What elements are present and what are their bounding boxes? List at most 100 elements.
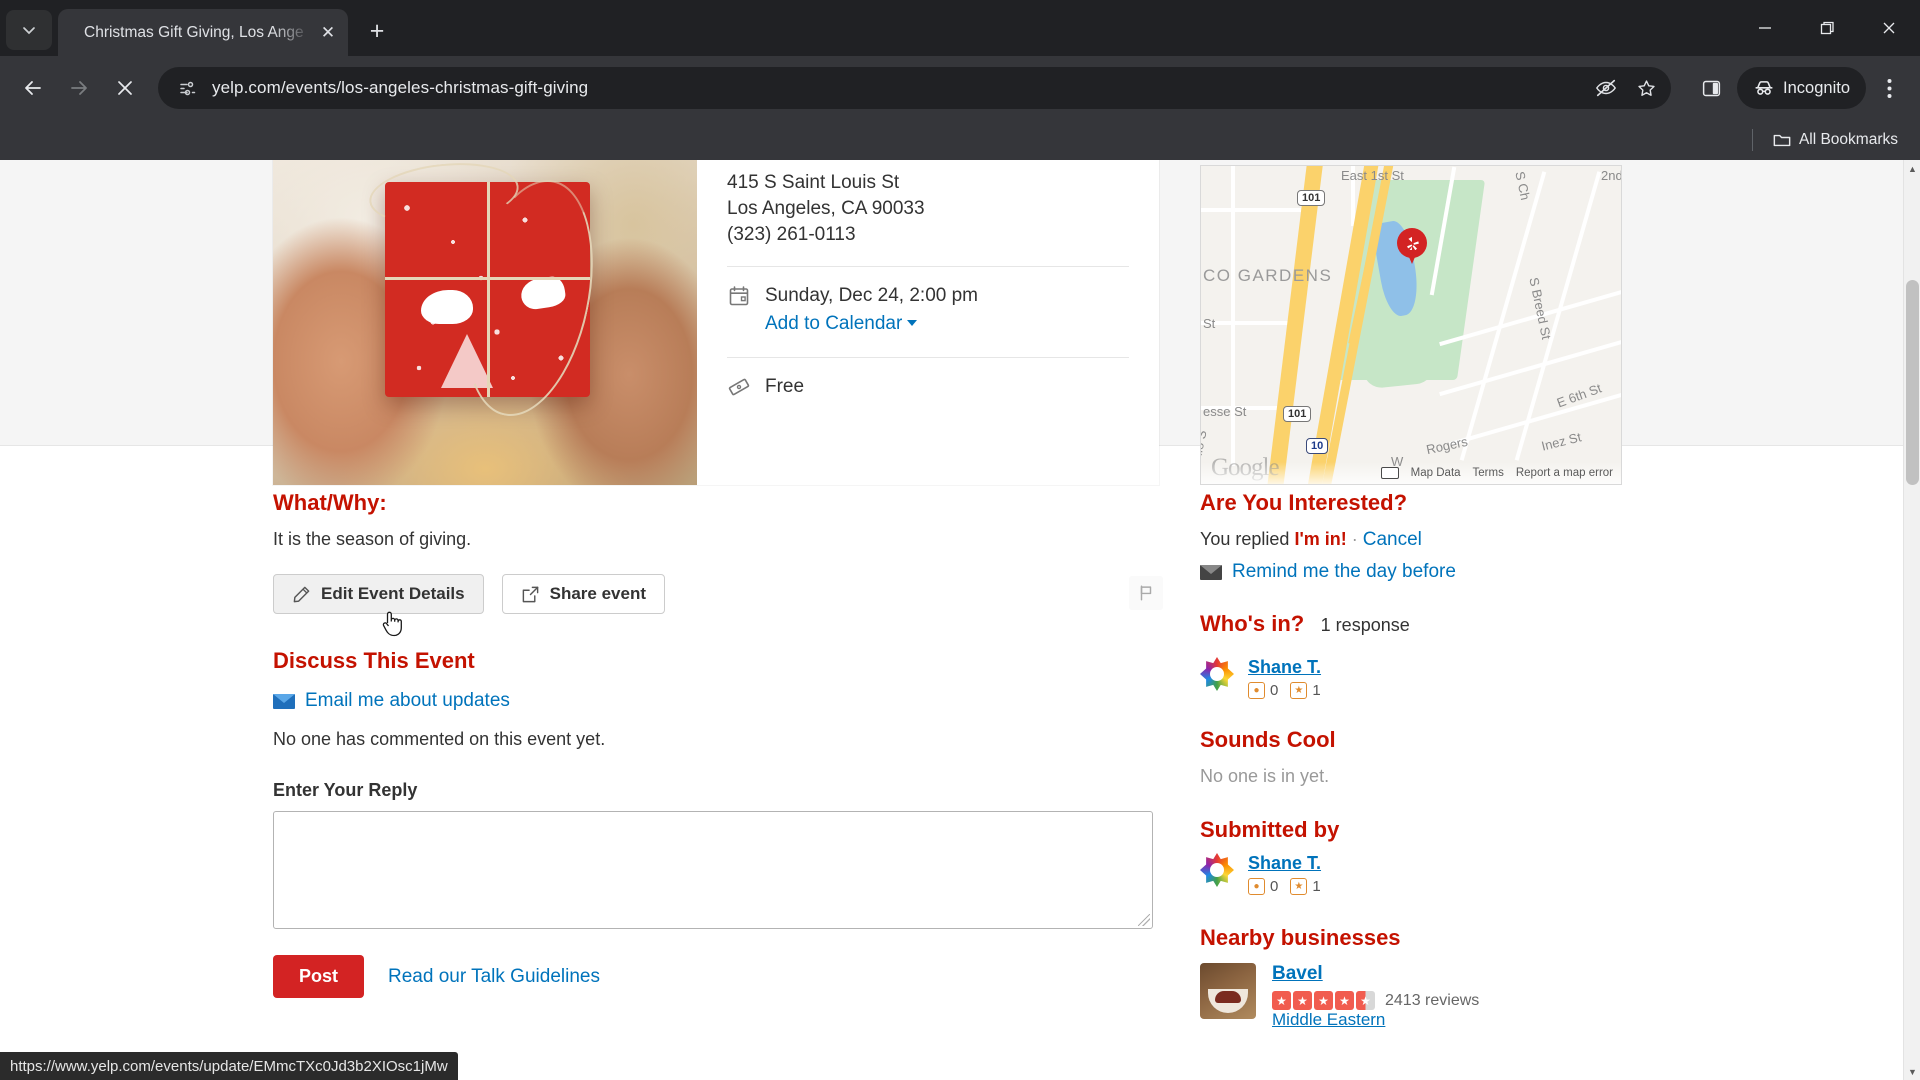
post-button[interactable]: Post xyxy=(273,955,365,998)
photo-badge-icon: ● xyxy=(1248,682,1265,699)
edit-event-details-label: Edit Event Details xyxy=(321,584,465,603)
map-report-link[interactable]: Report a map error xyxy=(1516,467,1613,479)
event-price-text: Free xyxy=(765,376,805,397)
share-event-button[interactable]: Share event xyxy=(501,574,665,614)
attendee-badges: ● 0 ★ 1 xyxy=(1248,682,1321,699)
chevron-down-icon xyxy=(23,27,35,35)
reply-textarea-wrapper[interactable] xyxy=(273,811,1153,929)
all-bookmarks-label: All Bookmarks xyxy=(1798,131,1898,148)
photo-count: 0 xyxy=(1270,878,1279,895)
route-shield-101-bottom: 101 xyxy=(1283,406,1312,422)
url-text: yelp.com/events/los-angeles-christmas-gi… xyxy=(212,78,589,97)
yelp-burst-avatar[interactable] xyxy=(1200,657,1234,691)
sounds-cool-block: Sounds Cool No one is in yet. xyxy=(1200,727,1630,789)
forward-button[interactable] xyxy=(58,67,100,109)
business-rating: ★ ★ ★ ★ ★ 2413 reviews xyxy=(1272,991,1479,1010)
bookmark-divider xyxy=(1751,129,1753,151)
textarea-resize-grip[interactable] xyxy=(1138,914,1150,926)
address-bar[interactable]: yelp.com/events/los-angeles-christmas-gi… xyxy=(158,67,1672,109)
side-panel-icon[interactable] xyxy=(1689,67,1733,109)
maximize-button[interactable] xyxy=(1796,0,1858,56)
sidebar-column: Are You Interested? You replied I'm in! … xyxy=(1200,490,1630,1030)
map-label: East 1st St xyxy=(1341,168,1404,183)
replied-value: I'm in! xyxy=(1294,529,1347,549)
event-datetime-block: Sunday, Dec 24, 2:00 pm Add to Calendar xyxy=(765,283,978,335)
remind-me-link[interactable]: Remind me the day before xyxy=(1232,561,1456,583)
three-dot-menu-icon[interactable] xyxy=(1870,67,1908,109)
event-map[interactable]: 101 101 10 East 1st St CO GARDENS St ess… xyxy=(1200,165,1622,485)
event-info-panel: 415 S Saint Louis St Los Angeles, CA 900… xyxy=(697,160,1159,485)
event-action-buttons: Edit Event Details Share event xyxy=(273,574,1163,614)
new-tab-button[interactable]: + xyxy=(358,12,396,50)
star-icon: ★ xyxy=(1293,991,1312,1010)
map-data-label[interactable]: Map Data xyxy=(1411,467,1461,479)
star-icon: ★ xyxy=(1272,991,1291,1010)
whatwhy-heading: What/Why: xyxy=(273,490,387,515)
bookmark-star-icon[interactable] xyxy=(1627,69,1665,107)
submitter-name[interactable]: Shane T. xyxy=(1248,853,1321,873)
photo-badge: ● 0 xyxy=(1248,878,1278,895)
attendee-name[interactable]: Shane T. xyxy=(1248,657,1321,677)
minimize-button[interactable] xyxy=(1734,0,1796,56)
all-bookmarks-button[interactable]: All Bookmarks xyxy=(1773,131,1898,149)
business-name[interactable]: Bavel xyxy=(1272,963,1323,984)
share-event-label: Share event xyxy=(549,584,646,603)
nearby-businesses-heading: Nearby businesses xyxy=(1200,925,1401,950)
chevron-down-icon[interactable] xyxy=(907,320,918,326)
edit-event-details-button[interactable]: Edit Event Details xyxy=(273,574,484,614)
map-road xyxy=(1201,208,1301,212)
site-info-icon[interactable] xyxy=(172,73,202,103)
tab-title: Christmas Gift Giving, Los Ange xyxy=(84,23,304,41)
tab-close-icon[interactable]: ✕ xyxy=(314,19,342,47)
submitter-badges: ● 0 ★ 1 xyxy=(1248,878,1321,895)
yelp-pin-icon[interactable] xyxy=(1397,228,1427,266)
close-button[interactable] xyxy=(1858,0,1920,56)
window-controls xyxy=(1734,0,1920,56)
page-viewport: 415 S Saint Louis St Los Angeles, CA 900… xyxy=(0,160,1920,1080)
page-scrollbar[interactable]: ▲ ▼ xyxy=(1903,160,1920,1080)
back-button[interactable] xyxy=(12,67,54,109)
keyboard-shortcuts-icon[interactable] xyxy=(1380,467,1399,479)
business-thumbnail[interactable] xyxy=(1200,963,1256,1019)
review-count: 1 xyxy=(1312,878,1321,895)
calendar-icon xyxy=(727,283,751,309)
event-price-row: Free xyxy=(727,358,1129,400)
flag-icon[interactable] xyxy=(1129,576,1163,610)
scroll-up-arrow[interactable]: ▲ xyxy=(1904,160,1920,177)
yelp-burst-avatar[interactable] xyxy=(1200,853,1234,887)
back-arrow-icon xyxy=(25,81,41,95)
photo-count: 0 xyxy=(1270,682,1279,699)
review-star-badge-icon: ★ xyxy=(1290,878,1308,895)
ticket-icon xyxy=(727,374,751,400)
business-details: Bavel ★ ★ ★ ★ ★ 2413 reviews Middle East… xyxy=(1272,963,1479,1030)
email-updates-link[interactable]: Email me about updates xyxy=(305,690,510,712)
incognito-indicator[interactable]: Incognito xyxy=(1737,67,1866,109)
share-arrow-icon xyxy=(522,586,538,602)
pencil-icon xyxy=(293,586,310,602)
remind-me-row[interactable]: Remind me the day before xyxy=(1200,561,1630,583)
submitter-row: Shane T. ● 0 ★ 1 xyxy=(1200,853,1630,895)
replied-prefix: You replied xyxy=(1200,529,1290,549)
incognito-icon xyxy=(1755,81,1773,95)
attendee-row: Shane T. ● 0 ★ 1 xyxy=(1200,657,1630,699)
scrollbar-thumb[interactable] xyxy=(1906,280,1919,485)
map-terms-link[interactable]: Terms xyxy=(1473,467,1504,479)
email-updates-row[interactable]: Email me about updates xyxy=(273,690,1163,712)
star-icon: ★ xyxy=(1314,991,1333,1010)
talk-guidelines-link[interactable]: Read our Talk Guidelines xyxy=(388,966,600,988)
scroll-down-arrow[interactable]: ▼ xyxy=(1904,1063,1920,1080)
stop-loading-button[interactable] xyxy=(104,67,146,109)
omnibox-actions xyxy=(1587,69,1665,107)
review-count: 1 xyxy=(1312,682,1321,699)
add-to-calendar-link[interactable]: Add to Calendar xyxy=(765,313,902,334)
eye-slash-icon[interactable] xyxy=(1587,69,1625,107)
tab-search-button[interactable] xyxy=(6,10,52,50)
cancel-rsvp-link[interactable]: Cancel xyxy=(1363,529,1422,550)
business-list-item[interactable]: Bavel ★ ★ ★ ★ ★ 2413 reviews Middle East… xyxy=(1200,963,1630,1030)
reply-textarea[interactable] xyxy=(274,812,1152,928)
yelp-event-page: 415 S Saint Louis St Los Angeles, CA 900… xyxy=(0,160,1903,1080)
business-category[interactable]: Middle Eastern xyxy=(1272,1010,1385,1029)
browser-tab[interactable]: Christmas Gift Giving, Los Ange ✕ xyxy=(58,9,348,56)
submitted-by-block: Submitted by Shane T. ● 0 ★ 1 xyxy=(1200,817,1630,895)
are-you-interested-heading: Are You Interested? xyxy=(1200,490,1408,515)
